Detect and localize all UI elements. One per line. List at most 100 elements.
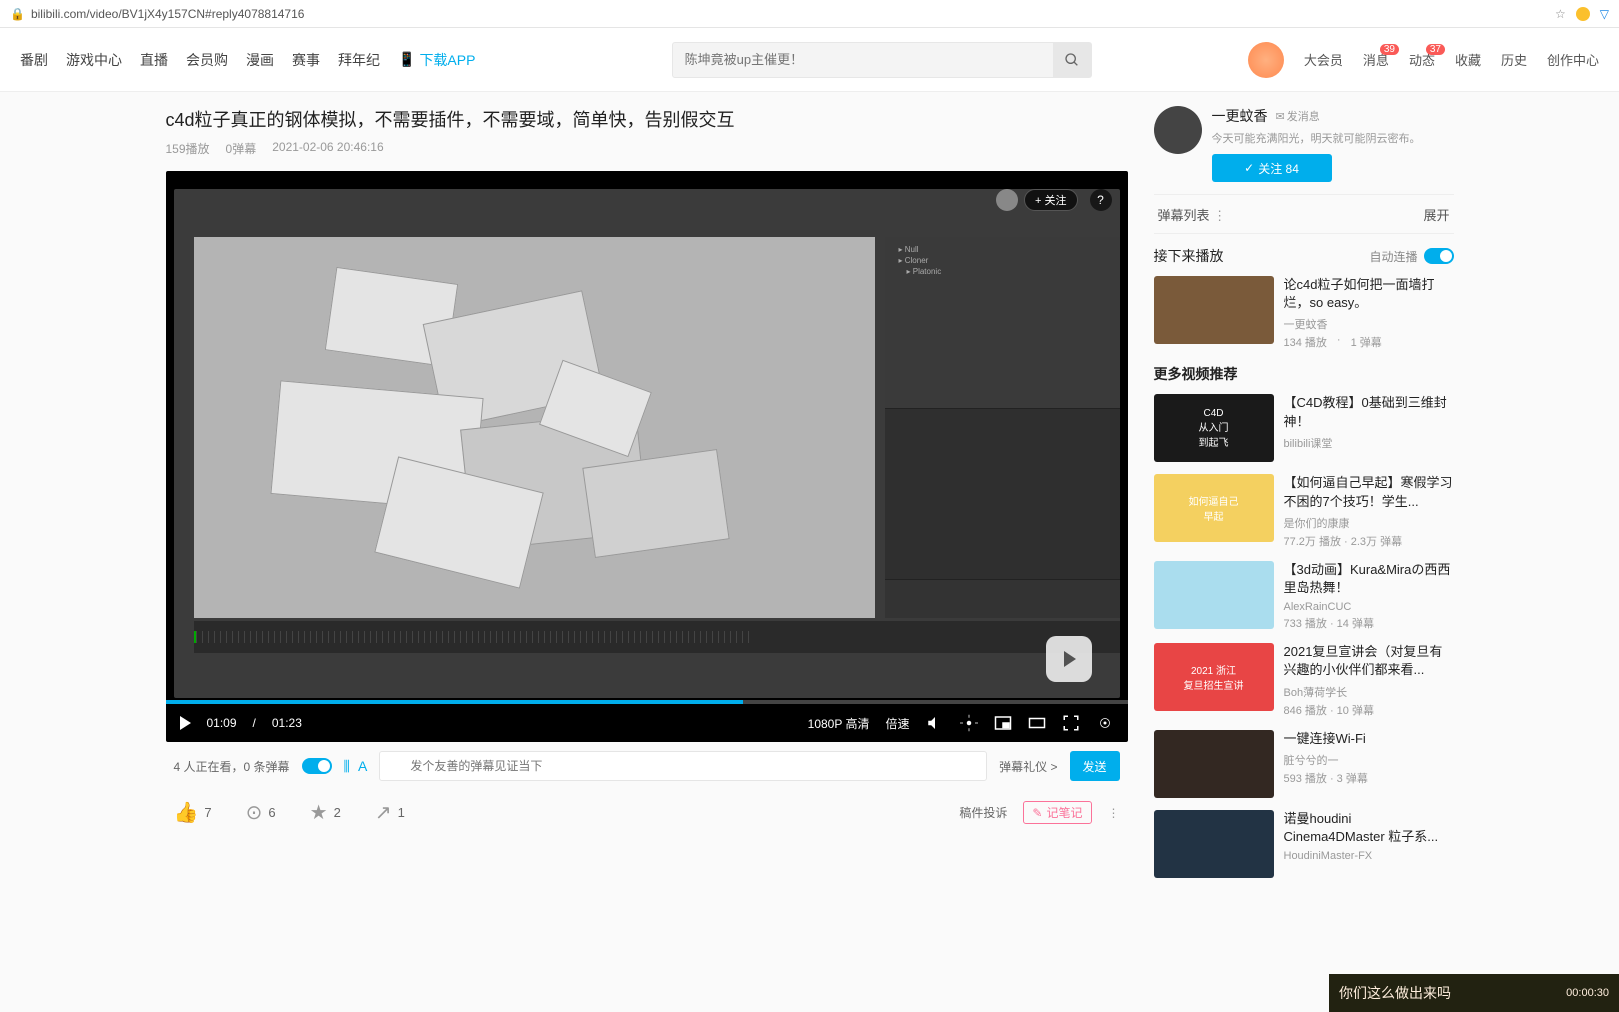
rec-thumb <box>1154 561 1274 629</box>
volume-icon[interactable] <box>926 714 944 732</box>
rec-stats: 846 播放 · 10 弹幕 <box>1284 702 1454 718</box>
publish-time: 2021-02-06 20:46:16 <box>272 140 383 157</box>
share-button[interactable]: ↗1 <box>375 800 405 825</box>
player-up-avatar[interactable] <box>996 189 1018 211</box>
upnext-item[interactable]: 论c4d粒子如何把一面墙打烂，so easy。 一更蚊香 134 播放 · 1 … <box>1154 276 1454 350</box>
nav-fav[interactable]: 收藏 <box>1455 50 1481 69</box>
like-button[interactable]: 👍7 <box>174 800 212 825</box>
view-count: 159播放 <box>166 140 210 157</box>
url-text: bilibili.com/video/BV1jX4y157CN#reply407… <box>31 7 1555 21</box>
nav-message[interactable]: 消息39 <box>1363 50 1389 69</box>
rec-item[interactable]: 【3d动画】Kura&Miraの西西里岛热舞！ AlexRainCUC 733 … <box>1154 561 1454 631</box>
rec-item[interactable]: 一键连接Wi-Fi 脏兮兮的一 593 播放 · 3 弹幕 <box>1154 730 1454 798</box>
nav-item[interactable]: 游戏中心 <box>66 50 122 70</box>
browser-address-bar: 🔒 bilibili.com/video/BV1jX4y157CN#reply4… <box>0 0 1619 28</box>
speed-selector[interactable]: 倍速 <box>885 715 909 732</box>
rec-item[interactable]: 如何逼自己早起 【如何逼自己早起】寒假学习不困的7个技巧！学生... 是你们的康… <box>1154 474 1454 548</box>
settings-icon[interactable] <box>960 714 978 732</box>
pip-icon[interactable] <box>994 714 1012 732</box>
shield-icon[interactable]: ▽ <box>1600 7 1609 21</box>
nav-item[interactable]: 番剧 <box>20 50 48 70</box>
nav-creative[interactable]: 创作中心 <box>1547 50 1599 69</box>
star-icon: ★ <box>310 800 328 825</box>
site-header: 番剧 游戏中心 直播 会员购 漫画 赛事 拜年纪 📱 下载APP 大会员 消息3… <box>0 28 1619 92</box>
play-button[interactable] <box>180 716 191 730</box>
rec-stats: 77.2万 播放 · 2.3万 弹幕 <box>1284 533 1454 549</box>
search-box <box>672 42 1092 78</box>
rec-title: 一键连接Wi-Fi <box>1284 730 1454 748</box>
rec-thumb: 2021 浙江复旦招生宣讲 <box>1154 643 1274 711</box>
coin-icon: ⊙ <box>246 800 263 825</box>
rec-stats: 593 播放 · 3 弹幕 <box>1284 770 1454 786</box>
share-icon: ↗ <box>375 800 392 825</box>
coin-button[interactable]: ⊙6 <box>246 800 276 825</box>
autoplay-toggle[interactable] <box>1424 248 1454 264</box>
fullscreen-icon[interactable] <box>1062 714 1080 732</box>
more-icon[interactable] <box>1096 714 1114 732</box>
search-input[interactable] <box>673 43 1053 77</box>
help-icon[interactable]: ? <box>1090 189 1112 211</box>
more-menu-icon[interactable]: ⋮ <box>1108 806 1120 820</box>
nav-links: 番剧 游戏中心 直播 会员购 漫画 赛事 拜年纪 📱 下载APP <box>20 50 475 70</box>
send-button[interactable]: 发送 <box>1070 751 1120 781</box>
extension-icon[interactable] <box>1576 7 1590 21</box>
uploader-signature: 今天可能充满阳光，明天就可能阴云密布。 <box>1212 130 1454 146</box>
nav-item[interactable]: 会员购 <box>186 50 228 70</box>
danmaku-toggle[interactable] <box>302 758 332 774</box>
rec-title: 【3d动画】Kura&Miraの西西里岛热舞！ <box>1284 561 1454 597</box>
rec-uploader: 一更蚊香 <box>1284 316 1454 332</box>
star-icon[interactable]: ☆ <box>1555 7 1566 21</box>
floating-text: 你们这么做出来吗 <box>1339 983 1451 1003</box>
video-player[interactable]: ▸ Null▸ Cloner▸ Platonic + 关注 ? 01:09 / … <box>166 171 1128 742</box>
rec-uploader: AlexRainCUC <box>1284 601 1454 613</box>
uploader-name[interactable]: 一更蚊香 <box>1212 106 1268 126</box>
upnext-label: 接下来播放 <box>1154 246 1224 266</box>
player-follow-button[interactable]: + 关注 <box>1024 189 1077 211</box>
rec-item[interactable]: 诺曼houdini Cinema4DMaster 粒子系... HoudiniM… <box>1154 810 1454 878</box>
search-button[interactable] <box>1053 43 1091 77</box>
fav-button[interactable]: ★2 <box>310 800 341 825</box>
rec-stats: 733 播放 · 14 弹幕 <box>1284 615 1454 631</box>
rec-uploader: 脏兮兮的一 <box>1284 752 1454 768</box>
video-meta: 159播放 0弹幕 2021-02-06 20:46:16 <box>166 140 1128 157</box>
rec-thumb: 如何逼自己早起 <box>1154 474 1274 542</box>
current-time: 01:09 <box>207 716 237 730</box>
rec-uploader: bilibili课堂 <box>1284 435 1454 451</box>
watching-count: 4 人正在看，0 条弹幕 <box>174 758 290 775</box>
danmaku-input[interactable] <box>379 751 987 781</box>
report-link[interactable]: 稿件投诉 <box>959 804 1007 821</box>
danmaku-etiquette[interactable]: 弹幕礼仪 > <box>999 758 1057 775</box>
autoplay-label: 自动连播 <box>1369 248 1417 265</box>
rec-item[interactable]: 2021 浙江复旦招生宣讲 2021复旦宣讲会（对复旦有兴趣的小伙伴们都来看..… <box>1154 643 1454 717</box>
nav-member[interactable]: 大会员 <box>1304 50 1343 69</box>
quality-selector[interactable]: 1080P 高清 <box>808 715 870 732</box>
rec-item[interactable]: C4D从入门到起飞 【C4D教程】0基础到三维封神！ bilibili课堂 <box>1154 394 1454 462</box>
rec-title: 诺曼houdini Cinema4DMaster 粒子系... <box>1284 810 1454 846</box>
download-app[interactable]: 📱 下载APP <box>398 50 475 70</box>
rec-uploader: Boh薄荷学长 <box>1284 684 1454 700</box>
recommendations-heading: 更多视频推荐 <box>1154 364 1454 384</box>
video-frame: ▸ Null▸ Cloner▸ Platonic <box>174 189 1120 698</box>
danmaku-settings-icon[interactable]: ⫼ <box>344 758 350 775</box>
wide-icon[interactable] <box>1028 714 1046 732</box>
nav-item[interactable]: 赛事 <box>292 50 320 70</box>
note-button[interactable]: ✎ 记笔记 <box>1023 801 1091 824</box>
nav-item[interactable]: 拜年纪 <box>338 50 380 70</box>
danmaku-list-header[interactable]: 弹幕列表 ⋮ 展开 <box>1154 194 1454 234</box>
duration: 01:23 <box>272 716 302 730</box>
nav-item[interactable]: 漫画 <box>246 50 274 70</box>
font-icon[interactable]: A <box>358 758 367 774</box>
floating-video-bar[interactable]: 你们这么做出来吗 00:00:30 <box>1329 974 1619 1012</box>
rec-thumb: C4D从入门到起飞 <box>1154 394 1274 462</box>
follow-uploader-button[interactable]: ✓ 关注 84 <box>1212 154 1332 182</box>
nav-item[interactable]: 直播 <box>140 50 168 70</box>
nav-history[interactable]: 历史 <box>1501 50 1527 69</box>
thumb-up-icon: 👍 <box>174 800 199 825</box>
dots-icon[interactable]: ⋮ <box>1213 208 1228 223</box>
user-avatar[interactable] <box>1248 42 1284 78</box>
expand-danmaku[interactable]: 展开 <box>1423 205 1449 224</box>
nav-dynamic[interactable]: 动态37 <box>1409 50 1435 69</box>
uploader-avatar[interactable] <box>1154 106 1202 154</box>
message-uploader[interactable]: ✉ 发消息 <box>1276 108 1320 124</box>
rec-title: 【C4D教程】0基础到三维封神！ <box>1284 394 1454 430</box>
